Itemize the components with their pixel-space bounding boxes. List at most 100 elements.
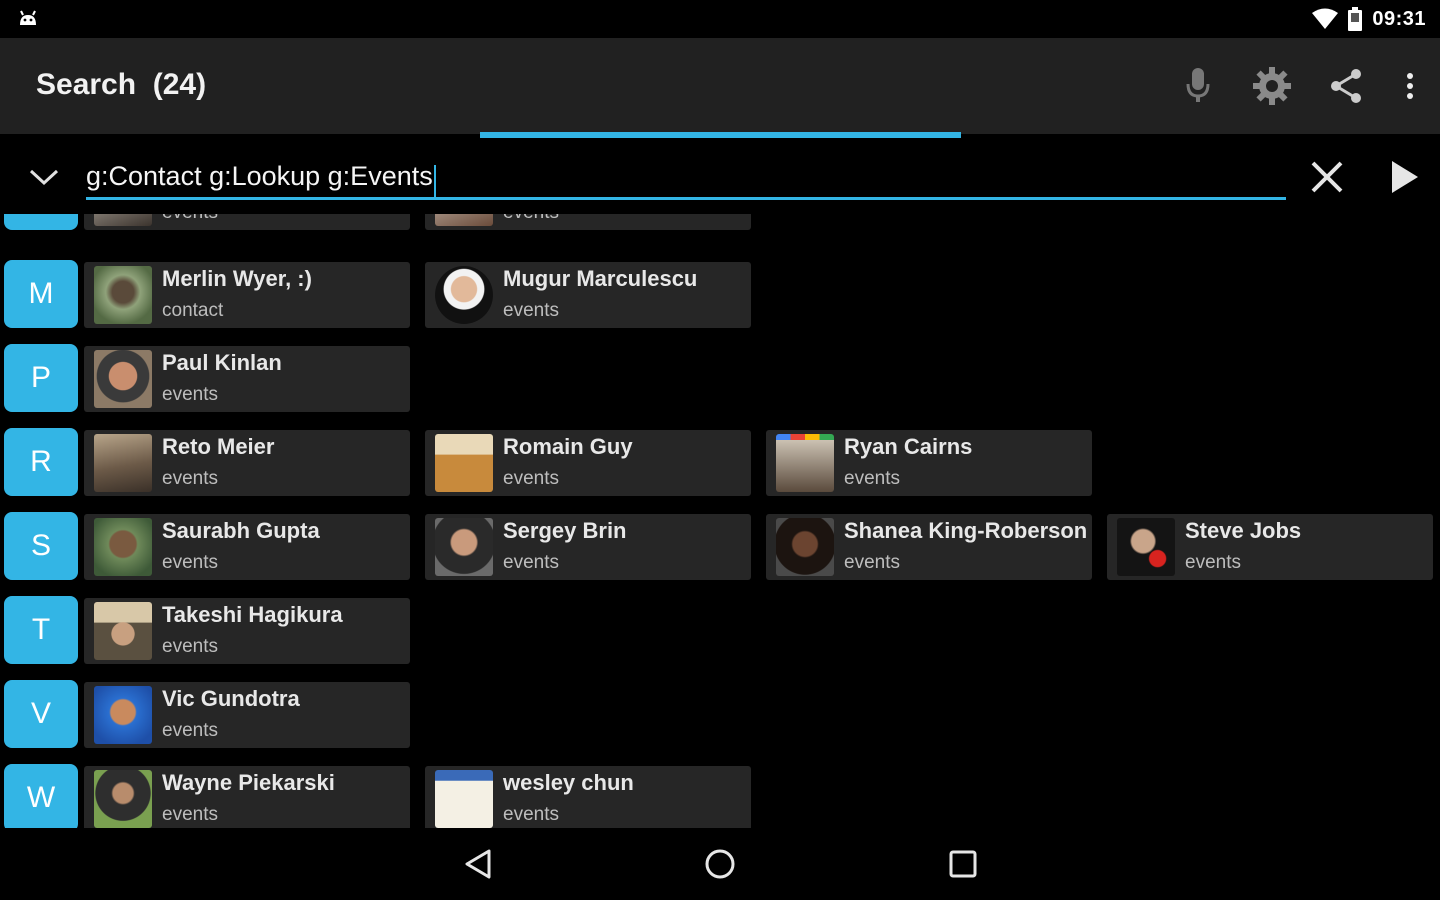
- results-list[interactable]: L events events M Merlin Wyer, :) contac…: [0, 214, 1440, 828]
- back-icon: [465, 849, 491, 879]
- result-card[interactable]: events: [425, 214, 751, 230]
- result-card[interactable]: Shanea King-Roberson events: [766, 514, 1092, 580]
- result-name: Takeshi Hagikura: [162, 602, 343, 627]
- home-button[interactable]: [698, 842, 742, 886]
- result-name: Wayne Piekarski: [162, 770, 335, 795]
- result-card[interactable]: wesley chun events: [425, 766, 751, 828]
- avatar: [94, 686, 152, 744]
- letter-group-v: V Vic Gundotra events: [0, 680, 1440, 750]
- letter-group-r: R Reto Meier events Romain Guy events Ry…: [0, 428, 1440, 498]
- section-letter[interactable]: R: [4, 428, 78, 496]
- action-bar: Search (24): [0, 38, 1440, 134]
- result-card[interactable]: Takeshi Hagikura events: [84, 598, 410, 664]
- share-button[interactable]: [1324, 64, 1368, 108]
- search-input[interactable]: g:Contact g:Lookup g:Events: [86, 152, 1286, 200]
- result-card[interactable]: Sergey Brin events: [425, 514, 751, 580]
- result-name: Steve Jobs: [1185, 518, 1302, 543]
- result-card[interactable]: Romain Guy events: [425, 430, 751, 496]
- avatar: [435, 214, 493, 226]
- result-type: events: [162, 804, 218, 825]
- letter-group-w: W Wayne Piekarski events wesley chun eve…: [0, 764, 1440, 828]
- result-card[interactable]: Wayne Piekarski events: [84, 766, 410, 828]
- result-card[interactable]: Paul Kinlan events: [84, 346, 410, 412]
- letter-group-p: P Paul Kinlan events: [0, 344, 1440, 414]
- collapse-button[interactable]: [24, 160, 64, 194]
- result-name: Vic Gundotra: [162, 686, 300, 711]
- result-name: Reto Meier: [162, 434, 275, 459]
- result-type: events: [162, 214, 218, 224]
- result-type: events: [503, 214, 559, 224]
- result-name: Romain Guy: [503, 434, 633, 459]
- text-cursor: [433, 164, 436, 197]
- avatar: [94, 350, 152, 408]
- avatar: [94, 266, 152, 324]
- status-bar: 09:31: [0, 0, 1440, 38]
- page-title: Search (24): [36, 68, 207, 101]
- section-letter[interactable]: V: [4, 680, 78, 748]
- search-query: g:Contact g:Lookup g:Events: [86, 161, 433, 191]
- wifi-icon: [1312, 8, 1339, 29]
- section-letter[interactable]: W: [4, 764, 78, 828]
- overflow-menu-button[interactable]: [1398, 64, 1422, 108]
- avatar: [94, 518, 152, 576]
- avatar: [94, 602, 152, 660]
- avatar: [94, 214, 152, 226]
- result-card[interactable]: Mugur Marculescu events: [425, 262, 751, 328]
- avatar: [435, 770, 493, 828]
- settings-button[interactable]: [1250, 64, 1294, 108]
- result-card[interactable]: Merlin Wyer, :) contact: [84, 262, 410, 328]
- result-type: events: [844, 552, 900, 573]
- letter-group-l: L events events: [0, 214, 1440, 232]
- result-card[interactable]: Reto Meier events: [84, 430, 410, 496]
- result-card[interactable]: events: [84, 214, 410, 230]
- share-icon: [1331, 69, 1361, 103]
- result-name: Shanea King-Roberson: [844, 518, 1088, 543]
- navigation-bar: [0, 828, 1440, 900]
- microphone-icon: [1186, 68, 1210, 102]
- clock: 09:31: [1372, 7, 1426, 30]
- avatar: [776, 518, 834, 576]
- back-button[interactable]: [456, 842, 500, 886]
- battery-icon: [1348, 7, 1363, 31]
- avatar: [435, 518, 493, 576]
- avatar: [435, 434, 493, 492]
- avatar: [94, 770, 152, 828]
- recents-button[interactable]: [941, 842, 985, 886]
- chevron-down-icon: [29, 169, 59, 186]
- result-type: events: [844, 468, 900, 489]
- result-card[interactable]: Vic Gundotra events: [84, 682, 410, 748]
- result-card[interactable]: Saurabh Gupta events: [84, 514, 410, 580]
- voice-search-button[interactable]: [1176, 64, 1220, 108]
- result-name: Merlin Wyer, :): [162, 266, 312, 291]
- section-letter[interactable]: P: [4, 344, 78, 412]
- result-name: Sergey Brin: [503, 518, 627, 543]
- result-type: contact: [162, 300, 224, 321]
- result-type: events: [1185, 552, 1241, 573]
- result-type: events: [503, 300, 559, 321]
- clear-button[interactable]: [1304, 154, 1350, 200]
- result-name: Paul Kinlan: [162, 350, 282, 375]
- result-card[interactable]: Steve Jobs events: [1107, 514, 1433, 580]
- run-search-button[interactable]: [1382, 154, 1428, 200]
- result-type: events: [162, 636, 218, 657]
- section-letter[interactable]: S: [4, 512, 78, 580]
- letter-group-m: M Merlin Wyer, :) contact Mugur Marcules…: [0, 260, 1440, 330]
- letter-group-t: T Takeshi Hagikura events: [0, 596, 1440, 666]
- play-icon: [1392, 161, 1418, 193]
- result-name: Ryan Cairns: [844, 434, 973, 459]
- result-name: wesley chun: [503, 770, 634, 795]
- home-icon: [705, 849, 735, 879]
- result-card[interactable]: Ryan Cairns events: [766, 430, 1092, 496]
- section-letter[interactable]: T: [4, 596, 78, 664]
- result-type: events: [503, 552, 559, 573]
- recents-icon: [949, 850, 977, 878]
- android-icon: [20, 10, 36, 25]
- result-type: events: [162, 468, 218, 489]
- settings-icon: [1253, 67, 1291, 105]
- result-name: Saurabh Gupta: [162, 518, 320, 543]
- search-row: g:Contact g:Lookup g:Events: [0, 138, 1440, 214]
- section-letter[interactable]: M: [4, 260, 78, 328]
- result-type: events: [503, 468, 559, 489]
- avatar: [435, 266, 493, 324]
- section-letter[interactable]: L: [4, 214, 78, 230]
